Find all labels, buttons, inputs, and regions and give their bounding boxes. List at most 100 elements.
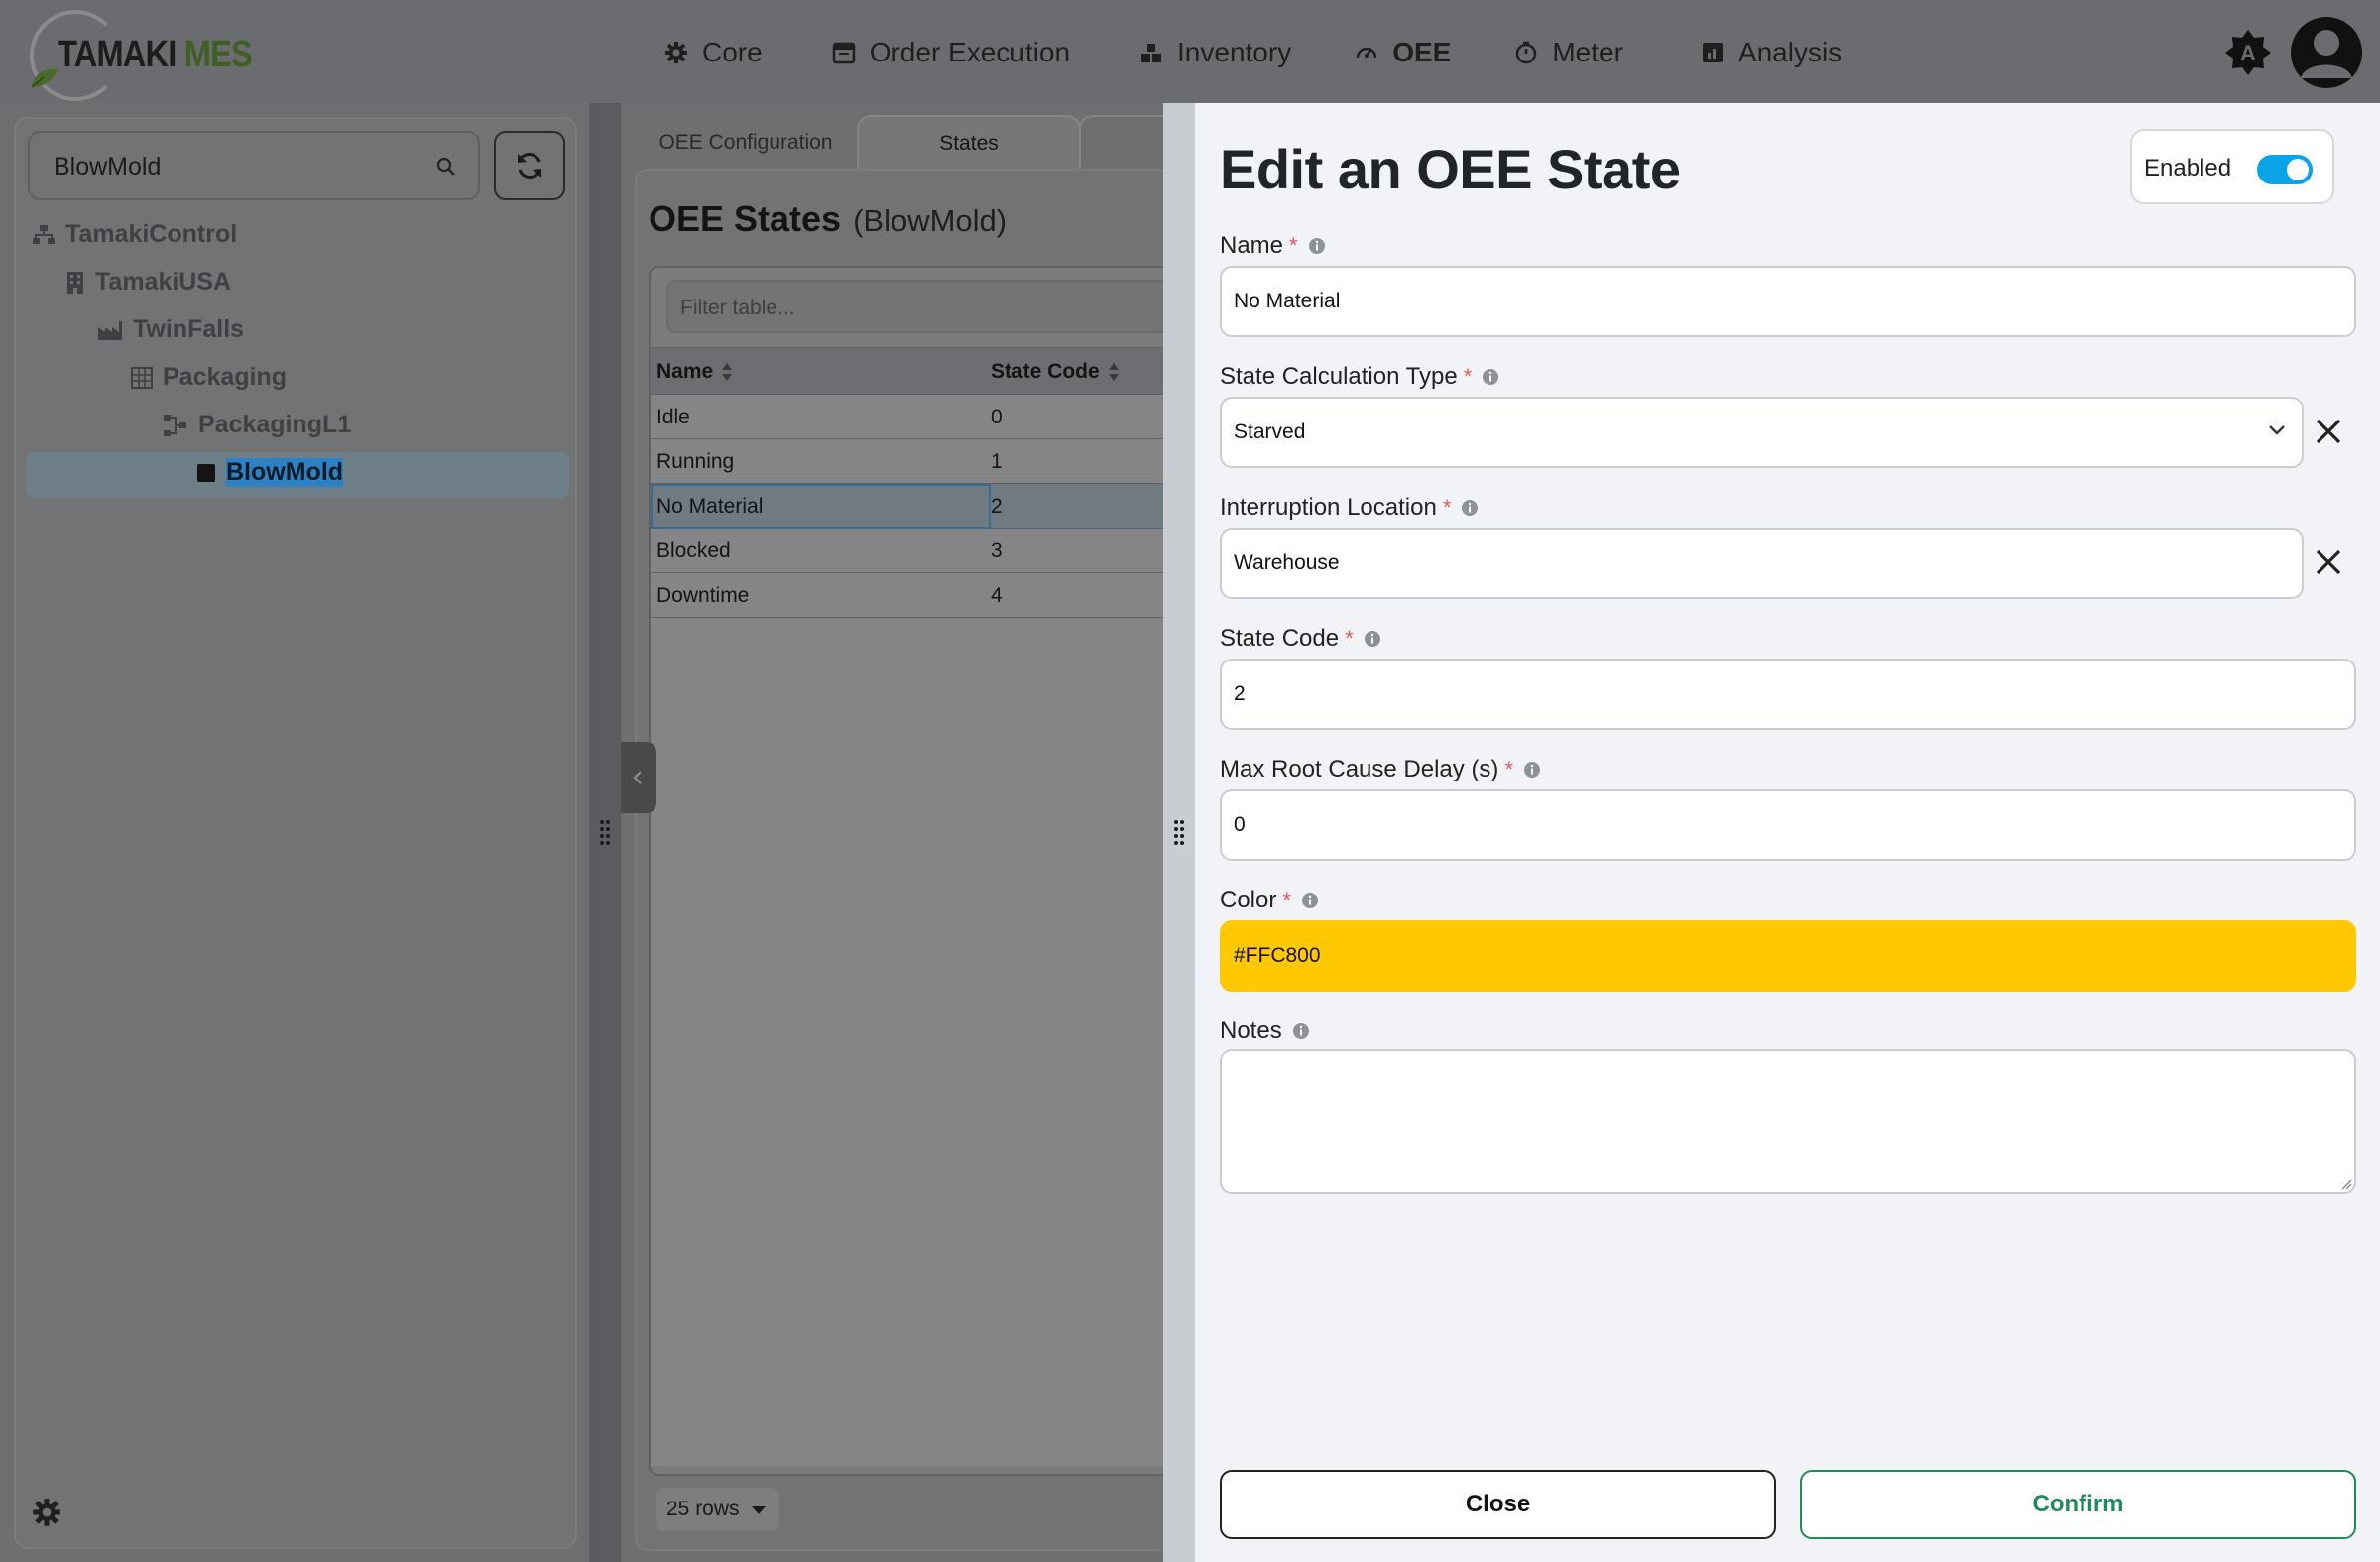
state-code-input[interactable]: 2: [1220, 659, 2356, 730]
notes-textarea[interactable]: [1220, 1049, 2356, 1194]
calendar-icon: [832, 42, 855, 64]
color-label: Color *: [1220, 887, 1319, 914]
info-icon[interactable]: [1461, 499, 1479, 517]
tree-item-twinfalls[interactable]: TwinFalls: [97, 315, 244, 344]
table-row[interactable]: Downtime 4: [651, 573, 1186, 618]
table-row[interactable]: Running 1: [651, 439, 1186, 484]
cell-name: Downtime: [656, 584, 750, 607]
enabled-toggle[interactable]: [2257, 155, 2313, 184]
calc-type-select[interactable]: Starved: [1220, 397, 2304, 468]
theme-toggle-button[interactable]: A: [2223, 28, 2273, 77]
line-icon: [164, 414, 186, 436]
nav-analysis[interactable]: Analysis: [1701, 37, 1842, 68]
field-label-text: Color: [1220, 887, 1277, 913]
enabled-toggle-container: Enabled: [2130, 129, 2334, 204]
factory-icon: [98, 320, 122, 340]
tree-item-packagingl1[interactable]: PackagingL1: [163, 411, 351, 439]
timer-icon: [1516, 41, 1537, 64]
max-delay-value: 0: [1234, 813, 1246, 836]
page-subtitle: (BlowMold): [853, 203, 1008, 238]
tab-states[interactable]: States: [857, 115, 1081, 171]
confirm-button-label: Confirm: [2032, 1491, 2124, 1517]
required-mark: *: [1442, 495, 1452, 520]
states-table: Filter table... Name State Code Idle 0 Ru…: [649, 266, 1186, 1476]
cell-state-code: 4: [991, 584, 1003, 607]
user-avatar[interactable]: [2291, 17, 2362, 88]
table-row[interactable]: Blocked 3: [651, 529, 1186, 573]
tree-item-tamakiusa[interactable]: TamakiUSA: [65, 268, 231, 297]
panel-splitter[interactable]: [589, 103, 621, 1562]
nav-inventory[interactable]: Inventory: [1139, 37, 1291, 68]
chevron-down-icon: [2269, 425, 2285, 435]
info-icon[interactable]: [1482, 368, 1499, 386]
nav-meter-label: Meter: [1552, 37, 1623, 67]
tamaki-mes-logo[interactable]: TAMAKI MES: [22, 6, 253, 101]
name-label: Name *: [1220, 232, 1326, 260]
cell-state-code: 1: [991, 450, 1003, 473]
nav-oee[interactable]: OEE: [1355, 37, 1451, 68]
top-navigation-bar: TAMAKI MES Core Order Execution Inventor…: [0, 0, 2380, 103]
name-input[interactable]: No Material: [1220, 266, 2356, 337]
cell-state-code: 3: [991, 540, 1003, 562]
table-row[interactable]: Idle 0: [651, 395, 1186, 439]
nav-order-execution[interactable]: Order Execution: [832, 37, 1070, 68]
clear-location-icon[interactable]: [2314, 547, 2343, 577]
info-icon[interactable]: [1364, 630, 1381, 648]
sort-icon: [1108, 363, 1119, 381]
square-icon: [197, 463, 215, 482]
building-icon: [67, 271, 83, 294]
location-label: Interruption Location *: [1220, 494, 1479, 522]
logo-word-mes: MES: [183, 34, 253, 75]
tab-label: OEE Configuration: [658, 131, 833, 154]
resize-grip-icon[interactable]: [2340, 1178, 2352, 1190]
grid-icon: [131, 366, 153, 389]
drawer-resize-handle[interactable]: [1163, 103, 1195, 1562]
column-header-name[interactable]: Name: [656, 360, 733, 384]
info-icon[interactable]: [1523, 761, 1541, 779]
close-button[interactable]: Close: [1220, 1470, 1776, 1539]
rows-per-page-select[interactable]: 25 rows: [656, 1488, 779, 1531]
oee-states-panel: OEE States (BlowMold) Filter table... Na…: [635, 169, 1186, 1551]
tab-label: States: [939, 132, 999, 155]
tree-search-input[interactable]: BlowMold: [28, 131, 480, 200]
nav-core[interactable]: Core: [664, 37, 763, 68]
color-input[interactable]: #FFC800: [1220, 920, 2356, 992]
user-icon: [2301, 30, 2352, 78]
panel-settings-gear-icon[interactable]: [32, 1498, 61, 1527]
table-filter-input[interactable]: Filter table...: [666, 280, 1182, 333]
sort-icon: [722, 363, 733, 381]
tree-item-packaging[interactable]: Packaging: [131, 363, 287, 392]
tab-oee-configuration[interactable]: OEE Configuration: [635, 115, 857, 171]
nav-meter[interactable]: Meter: [1514, 37, 1623, 68]
column-header-label: Name: [656, 360, 714, 383]
notes-label: Notes: [1220, 1018, 1310, 1045]
info-icon[interactable]: [1301, 892, 1319, 909]
collapse-panel-button[interactable]: [621, 742, 656, 813]
location-input[interactable]: Warehouse: [1220, 528, 2304, 599]
required-mark: *: [1345, 626, 1354, 651]
tree-item-label: TamakiUSA: [95, 268, 232, 296]
field-label-text: Interruption Location: [1220, 494, 1437, 521]
tree-item-tamakicontrol[interactable]: TamakiControl: [32, 220, 237, 249]
info-icon[interactable]: [1292, 1022, 1310, 1040]
nav-order-execution-label: Order Execution: [869, 37, 1071, 67]
chart-icon: [1702, 43, 1723, 62]
toggle-knob: [2287, 159, 2309, 180]
tree-item-blowmold[interactable]: BlowMold: [196, 458, 344, 487]
refresh-tree-button[interactable]: [494, 131, 565, 200]
tree-item-label: BlowMold: [226, 458, 344, 487]
asset-tree-panel: BlowMold TamakiControl TamakiUSA TwinFal…: [14, 117, 577, 1549]
table-row-selected[interactable]: No Material 2: [651, 484, 1186, 529]
color-value: #FFC800: [1234, 944, 1321, 967]
max-delay-input[interactable]: 0: [1220, 789, 2356, 861]
logo-wordmark: TAMAKI MES: [58, 34, 253, 76]
cell-name: Idle: [656, 406, 690, 428]
field-label-text: State Calculation Type: [1220, 363, 1458, 390]
name-input-value: No Material: [1234, 290, 1341, 312]
rows-per-page-value: 25 rows: [666, 1498, 740, 1520]
column-header-state-code[interactable]: State Code: [991, 360, 1120, 384]
confirm-button[interactable]: Confirm: [1800, 1470, 2356, 1539]
logo-word-tamaki: TAMAKI: [58, 34, 177, 75]
info-icon[interactable]: [1308, 237, 1326, 255]
clear-calc-type-icon[interactable]: [2314, 417, 2343, 446]
